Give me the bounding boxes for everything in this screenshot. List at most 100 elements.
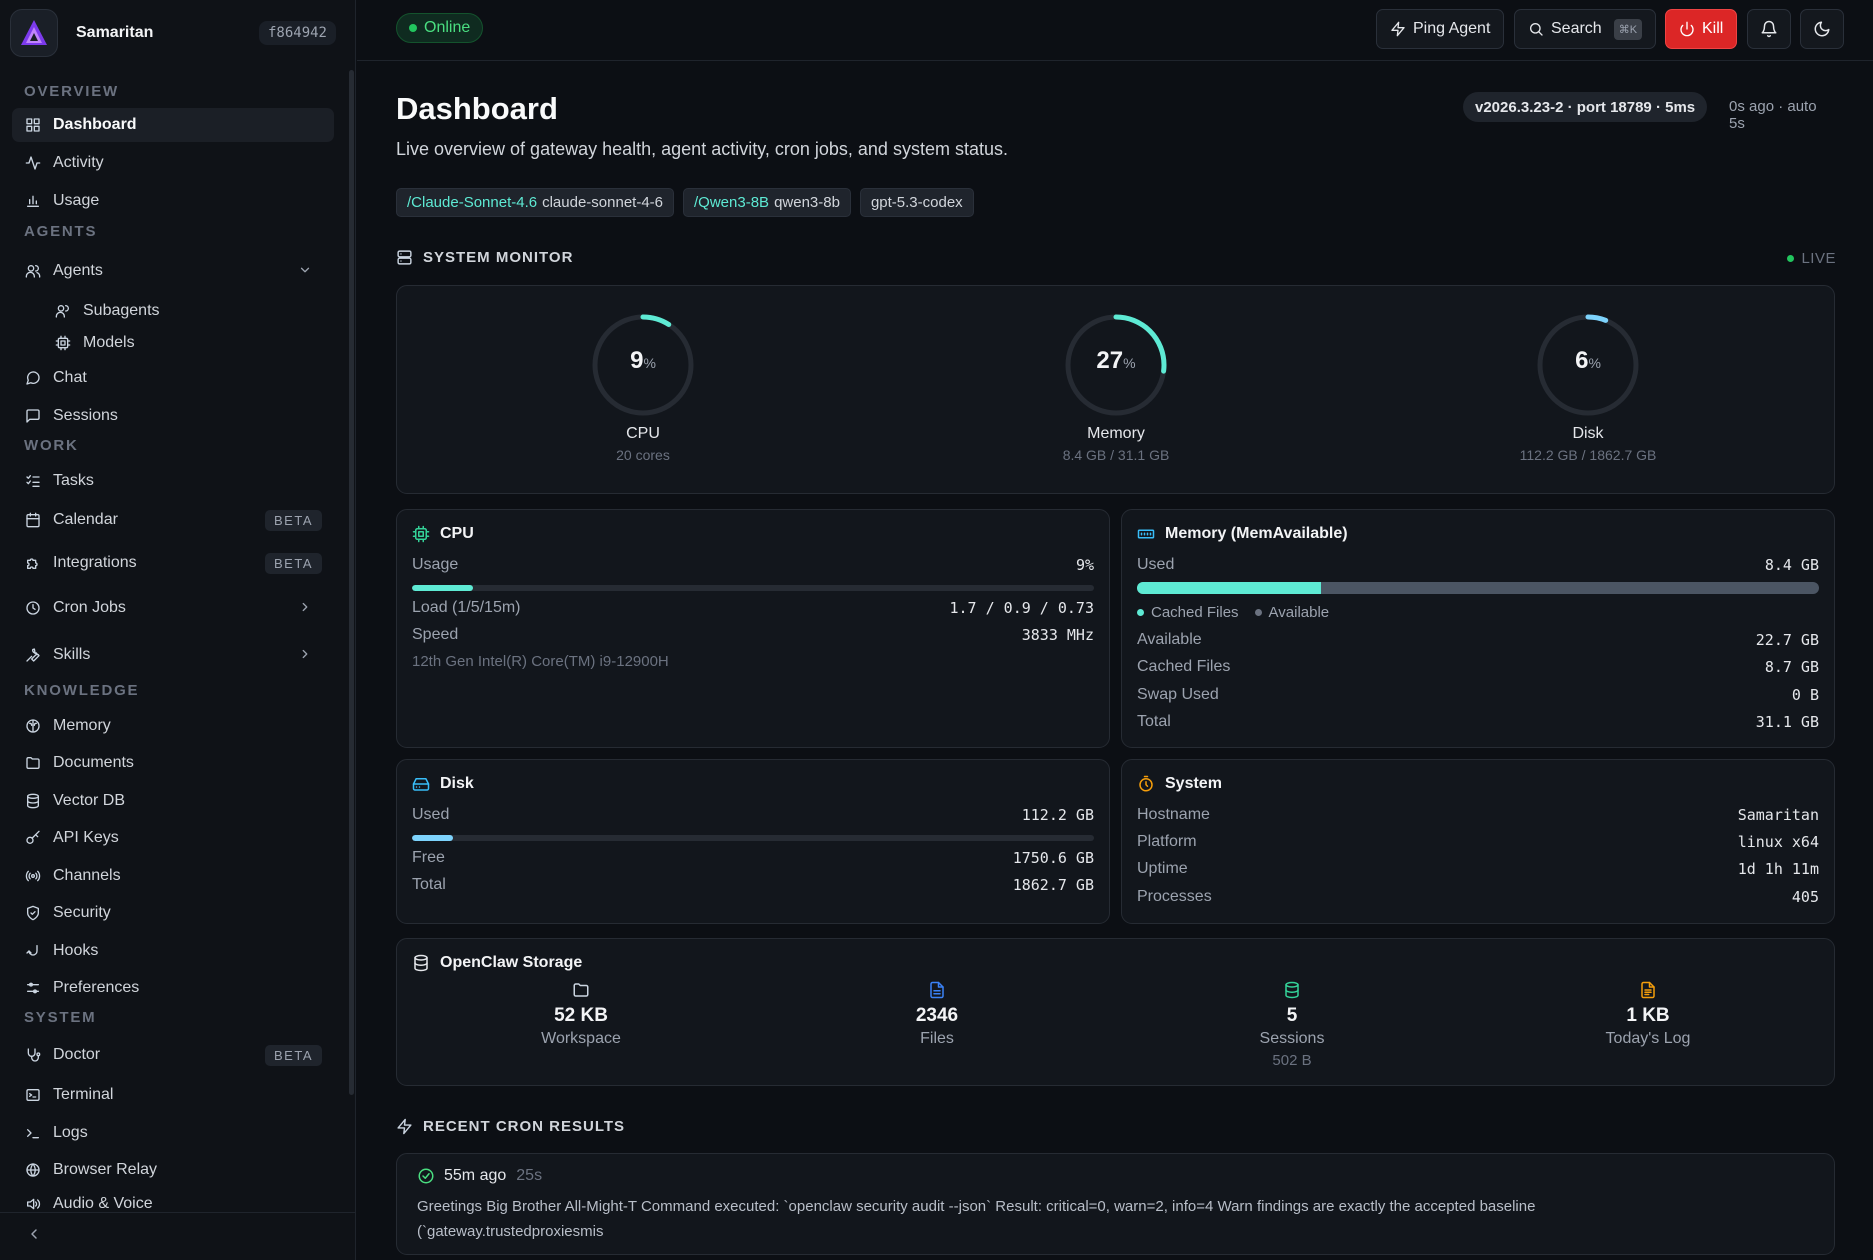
sidebar-item-doctor[interactable]: Doctor BETA — [12, 1038, 334, 1072]
section-overview: OVERVIEW — [24, 83, 119, 100]
refresh-status: 0s ago · auto 5s — [1729, 98, 1817, 132]
kill-label: Kill — [1702, 20, 1724, 37]
sidebar-item-preferences[interactable]: Preferences — [12, 971, 334, 1005]
cpu-icon — [54, 334, 72, 352]
file-icon — [930, 981, 944, 999]
disk-used-row: Used 112.2 GB — [412, 806, 1094, 824]
sidebar-item-documents[interactable]: Documents — [12, 746, 334, 780]
sidebar-item-label: Subagents — [83, 302, 160, 319]
system-row: Uptime 1d 1h 11m — [1137, 860, 1819, 878]
cron-result-item[interactable]: 55m ago 25s Greetings Big Brother All-Mi… — [396, 1153, 1835, 1255]
notifications-button[interactable] — [1747, 9, 1791, 49]
chevron-right-icon[interactable] — [298, 600, 312, 617]
key-icon — [24, 829, 42, 847]
sidebar-item-label: Preferences — [53, 979, 140, 996]
sidebar-item-vector-db[interactable]: Vector DB — [12, 784, 334, 818]
chevron-right-icon[interactable] — [298, 647, 312, 664]
sidebar-scrollbar[interactable] — [349, 70, 354, 1095]
storage-value: 5 — [1286, 1005, 1298, 1026]
kill-button[interactable]: Kill — [1665, 9, 1738, 49]
folder-icon — [573, 983, 589, 997]
hook-icon — [24, 942, 42, 960]
sidebar-item-label: Calendar — [53, 511, 118, 528]
live-indicator: LIVE — [1787, 250, 1836, 267]
logo-icon — [10, 9, 58, 57]
cron-result-time: 55m ago — [444, 1167, 507, 1184]
sidebar-item-label: Agents — [53, 262, 103, 279]
moon-icon — [1814, 21, 1830, 37]
build-hash-badge: f864942 — [258, 21, 336, 45]
power-icon — [1680, 21, 1694, 37]
sidebar-item-label: Documents — [53, 754, 134, 771]
sidebar-item-agents[interactable]: Agents — [12, 254, 334, 288]
sidebar-item-skills[interactable]: Skills — [12, 638, 334, 672]
memory-usage-fill — [1137, 582, 1322, 594]
memory-row: Swap Used 0 B — [1137, 686, 1819, 704]
system-card-title: System — [1137, 775, 1222, 793]
sidebar-item-tasks[interactable]: Tasks — [12, 464, 334, 498]
gauge-label: CPU — [626, 425, 660, 442]
sidebar-item-label: Models — [83, 334, 135, 351]
storage-value: 52 KB — [554, 1005, 608, 1026]
cpu-card: CPU Usage 9% Load (1/5/15m) 1.7 / 0.9 / 0.… — [396, 509, 1110, 748]
sidebar-item-memory[interactable]: Memory — [12, 709, 334, 743]
sidebar-item-terminal[interactable]: Terminal — [12, 1078, 334, 1112]
clock-icon — [24, 599, 42, 617]
sidebar-item-channels[interactable]: Channels — [12, 859, 334, 893]
sidebar-item-models[interactable]: Models — [42, 326, 334, 360]
sidebar-item-integrations[interactable]: Integrations BETA — [12, 546, 334, 580]
sidebar-item-label: Vector DB — [53, 792, 126, 809]
page-title: Dashboard — [396, 91, 558, 126]
sidebar-item-label: Chat — [53, 369, 87, 386]
chevron-down-icon[interactable] — [298, 263, 312, 280]
ping-agent-button[interactable]: Ping Agent — [1376, 9, 1505, 49]
sidebar-item-security[interactable]: Security — [12, 896, 334, 930]
memory-used-row: Used 8.4 GB — [1137, 556, 1819, 574]
sidebar-item-cron-jobs[interactable]: Cron Jobs — [12, 591, 334, 625]
model-chip[interactable]: /Claude-Sonnet-4.6 claude-sonnet-4-6 — [396, 188, 675, 217]
shield-icon — [24, 904, 42, 922]
memory-legend: Cached Files Available — [1137, 604, 1329, 621]
sidebar-item-activity[interactable]: Activity — [12, 146, 334, 180]
collapse-sidebar-icon[interactable] — [26, 1226, 42, 1247]
server-icon — [397, 250, 412, 265]
storage-workspace: 52 KB Workspace — [431, 981, 731, 1048]
zap-icon — [1391, 21, 1405, 37]
sliders-icon — [24, 979, 42, 997]
search-button[interactable]: Search ⌘K — [1514, 9, 1657, 49]
bell-icon — [1761, 20, 1777, 38]
sidebar-item-chat[interactable]: Chat — [12, 361, 334, 395]
theme-toggle-button[interactable] — [1800, 9, 1844, 49]
zap-icon — [397, 1118, 412, 1135]
sidebar-item-calendar[interactable]: Calendar BETA — [12, 503, 334, 537]
sidebar-item-hooks[interactable]: Hooks — [12, 934, 334, 968]
model-chip[interactable]: gpt-5.3-codex — [859, 188, 974, 217]
cron-result-header: 55m ago 25s — [417, 1167, 542, 1185]
sidebar-item-dashboard[interactable]: Dashboard — [12, 108, 334, 142]
sidebar-item-api-keys[interactable]: API Keys — [12, 821, 334, 855]
model-list: /Claude-Sonnet-4.6 claude-sonnet-4-6 /Qwe… — [396, 188, 974, 217]
sidebar-item-label: Tasks — [53, 472, 94, 489]
timer-icon — [1139, 775, 1153, 792]
storage-label: Files — [920, 1030, 954, 1047]
sidebar-item-subagents[interactable]: Subagents — [42, 294, 334, 328]
sidebar-item-logs[interactable]: Logs — [12, 1116, 334, 1150]
system-row: Platform linux x64 — [1137, 833, 1819, 851]
sidebar-item-label: Browser Relay — [53, 1161, 158, 1178]
sidebar-item-sessions[interactable]: Sessions — [12, 399, 334, 433]
storage-label: Sessions — [1259, 1030, 1325, 1047]
model-name: gpt-5.3-codex — [870, 194, 963, 211]
sidebar-item-label: Memory — [53, 717, 111, 734]
model-name: claude-sonnet-4-6 — [542, 194, 664, 211]
sidebar-item-usage[interactable]: Usage — [12, 184, 334, 218]
storage-todays-log: 1 KB Today's Log — [1498, 981, 1798, 1048]
system-monitor-heading: SYSTEM MONITOR — [396, 249, 573, 266]
sidebar-item-browser-relay[interactable]: Browser Relay — [12, 1153, 334, 1187]
system-monitor-title: SYSTEM MONITOR — [423, 249, 574, 266]
brand[interactable]: Samaritan f864942 — [10, 8, 340, 58]
legend-cached: Cached Files — [1137, 604, 1239, 621]
model-chip[interactable]: /Qwen3-8B qwen3-8b — [683, 188, 851, 217]
sidebar-item-label: Cron Jobs — [53, 599, 126, 616]
sidebar-footer — [0, 1212, 356, 1260]
system-row: Processes 405 — [1137, 888, 1819, 906]
